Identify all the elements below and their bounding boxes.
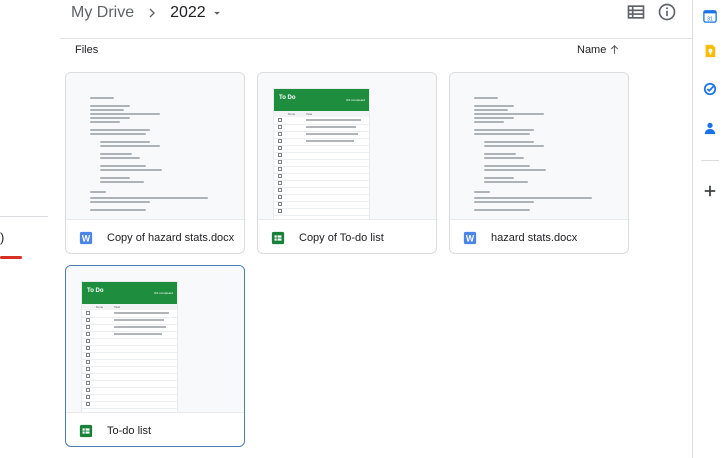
calendar-icon[interactable]: 31 [703, 9, 717, 23]
left-sidebar-text: ) [0, 230, 5, 245]
keep-icon[interactable] [703, 44, 717, 58]
file-thumbnail [450, 73, 628, 220]
sort-name-button[interactable]: Name [577, 44, 606, 56]
breadcrumb-my-drive[interactable]: My Drive [71, 4, 134, 22]
file-card-to-do-list[interactable]: To Do 0/4 completed Done Task To-do list [65, 265, 245, 447]
contacts-icon[interactable] [703, 121, 717, 135]
file-thumbnail [66, 73, 244, 220]
side-panel: 31 [692, 0, 725, 458]
plus-icon[interactable] [703, 184, 717, 198]
file-card-footer: W Copy of hazard stats.docx [66, 221, 244, 253]
sheet-col-done: Done [288, 112, 296, 116]
spreadsheet-preview: To Do 0/4 completed Done Task [82, 282, 177, 412]
file-card-footer: Copy of To-do list [258, 221, 436, 253]
tasks-icon[interactable] [703, 82, 717, 96]
sheet-col-task: Task [306, 112, 313, 116]
svg-text:W: W [82, 234, 91, 244]
left-sidebar-edge [0, 0, 60, 458]
sheets-icon [79, 424, 93, 438]
sheet-preview-title: To Do [87, 288, 104, 294]
sheet-preview-title: To Do [279, 95, 296, 101]
document-preview [86, 89, 226, 215]
document-preview [470, 89, 610, 215]
svg-text:W: W [466, 234, 475, 244]
chevron-right-icon [149, 8, 156, 18]
info-icon[interactable] [657, 2, 677, 22]
word-doc-icon: W [463, 231, 477, 245]
file-name: To-do list [107, 425, 152, 437]
sheet-col-done: Done [96, 305, 104, 309]
arrow-up-icon[interactable] [608, 43, 621, 56]
file-card-hazard-stats[interactable]: W hazard stats.docx [449, 72, 629, 254]
breadcrumb: My Drive 2022 [71, 3, 224, 23]
sheet-col-task: Task [114, 305, 121, 309]
file-name: Copy of hazard stats.docx [107, 232, 235, 244]
sheet-preview-tag: 0/4 completed [154, 291, 173, 295]
file-card-copy-of-to-do-list[interactable]: To Do 0/4 completed Done Task Copy of To… [257, 72, 437, 254]
left-divider [0, 216, 48, 217]
file-name: hazard stats.docx [491, 232, 578, 244]
breadcrumb-current-folder[interactable]: 2022 [170, 4, 206, 22]
sheet-preview-tag: 0/4 completed [346, 98, 365, 102]
svg-text:31: 31 [707, 16, 713, 22]
spreadsheet-preview: To Do 0/4 completed Done Task [274, 89, 369, 219]
storage-bar [0, 256, 22, 259]
list-view-icon[interactable] [626, 2, 646, 22]
side-panel-divider [701, 160, 719, 161]
file-thumbnail: To Do 0/4 completed Done Task [258, 73, 436, 220]
file-thumbnail: To Do 0/4 completed Done Task [66, 266, 244, 413]
top-header: My Drive 2022 [60, 0, 692, 39]
file-name: Copy of To-do list [299, 232, 384, 244]
file-card-footer: W hazard stats.docx [450, 221, 628, 253]
word-doc-icon: W [79, 231, 93, 245]
sheets-icon [271, 231, 285, 245]
file-card-footer: To-do list [66, 414, 244, 446]
file-card-copy-of-hazard-stats[interactable]: W Copy of hazard stats.docx [65, 72, 245, 254]
files-section-label: Files [75, 44, 99, 56]
caret-down-icon[interactable] [210, 6, 224, 20]
